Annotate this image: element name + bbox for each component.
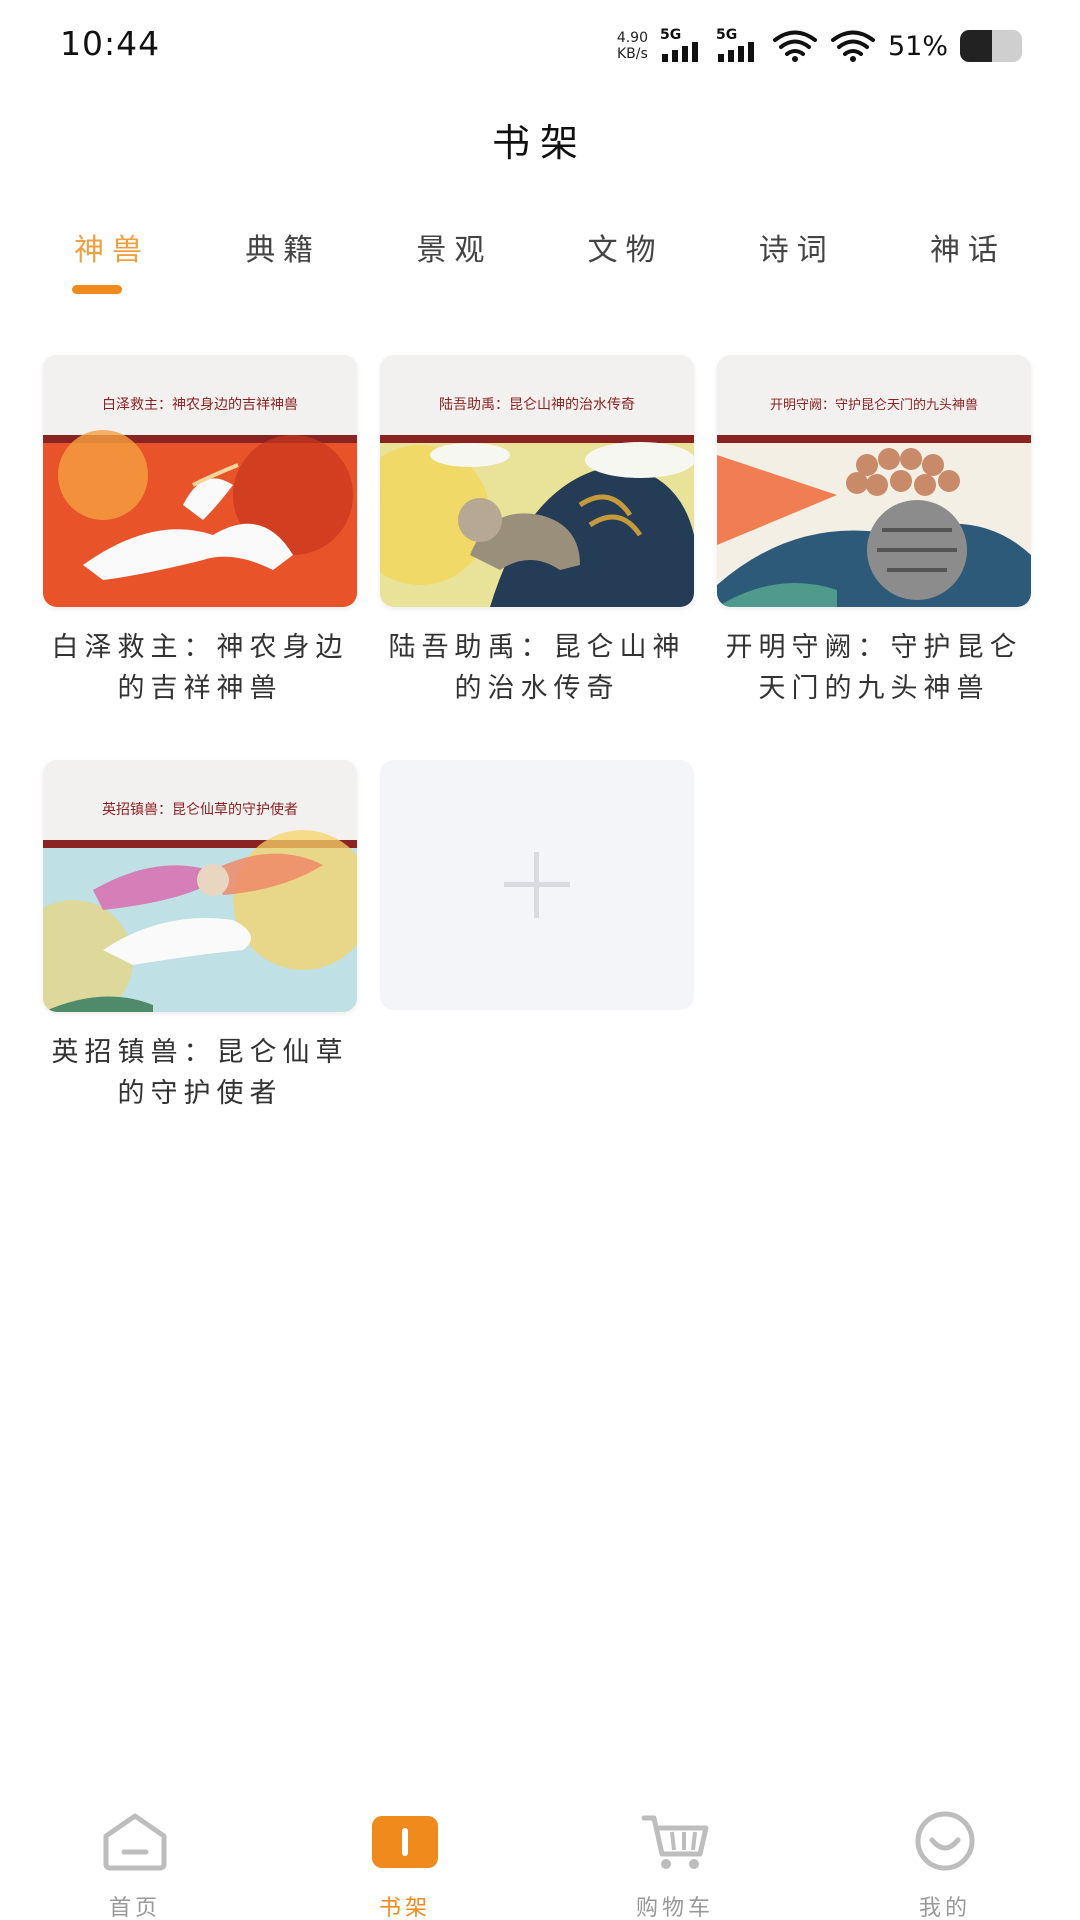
book-card[interactable]: 英招镇兽：昆仑仙草的守护使者 英招镇兽：昆仑仙草的守护使者	[43, 760, 357, 1114]
tab-label: 诗词	[758, 233, 835, 268]
book-title[interactable]: 白泽救主：神农身边的吉祥神兽	[43, 627, 357, 709]
nav-profile[interactable]: 我的	[810, 1810, 1080, 1920]
plus-icon-vertical	[534, 852, 539, 918]
nav-label: 我的	[918, 1896, 971, 1920]
network-speed-value: 4.90	[616, 30, 648, 46]
book-cover-illustration: 英招镇兽：昆仑仙草的守护使者	[43, 760, 357, 1012]
book-card[interactable]: 开明守阙：守护昆仑天门的九头神兽 开明守阙：守护昆仑天门的九头神兽	[717, 355, 1031, 709]
book-cover-illustration: 开明守阙：守护昆仑天门的九头神兽	[717, 355, 1031, 607]
home-icon	[103, 1813, 167, 1871]
nav-label: 购物车	[635, 1896, 714, 1920]
tab-label: 景观	[416, 233, 493, 268]
cover-heading: 英招镇兽：昆仑仙草的守护使者	[102, 801, 298, 818]
tab-wenwu[interactable]: 文物	[546, 225, 706, 295]
cart-icon	[641, 1815, 709, 1869]
nav-label: 书架	[378, 1896, 431, 1920]
wifi-icon-2	[830, 30, 875, 62]
profile-icon	[915, 1811, 975, 1871]
book-card[interactable]: 白泽救主：神农身边的吉祥神兽 白泽救主：神农身边的吉祥神兽	[43, 355, 357, 709]
book-cover-illustration: 白泽救主：神农身边的吉祥神兽	[43, 355, 357, 607]
book-cover[interactable]: 英招镇兽：昆仑仙草的守护使者	[43, 760, 357, 1012]
tab-jingguan[interactable]: 景观	[374, 225, 534, 295]
bottom-navigation: 首页 书架 购物车 我的	[0, 1810, 1080, 1920]
book-title[interactable]: 开明守阙：守护昆仑天门的九头神兽	[717, 627, 1031, 709]
book-cover[interactable]: 白泽救主：神农身边的吉祥神兽	[43, 355, 357, 607]
book-title[interactable]: 英招镇兽：昆仑仙草的守护使者	[43, 1032, 357, 1114]
cell-signal-icon: 5G	[660, 28, 704, 64]
page-title: 书架	[491, 121, 588, 165]
tab-label: 文物	[587, 233, 664, 268]
battery-percent: 51%	[887, 30, 948, 62]
status-time: 10:44	[60, 24, 161, 63]
cover-heading: 开明守阙：守护昆仑天门的九头神兽	[770, 397, 978, 413]
book-cover[interactable]: 陆吾助禹：昆仑山神的治水传奇	[380, 355, 694, 607]
cover-heading: 陆吾助禹：昆仑山神的治水传奇	[439, 396, 635, 413]
network-speed-unit: KB/s	[617, 46, 648, 62]
cell-signal-label: 5G	[659, 27, 682, 43]
tab-label: 典籍	[245, 233, 322, 268]
status-icons: 4.90 KB/s 5G 5G 51%	[617, 26, 1022, 66]
battery-icon	[960, 30, 1022, 62]
bookshelf-icon	[372, 1816, 438, 1868]
tab-dianji[interactable]: 典籍	[203, 225, 363, 295]
tab-shenshou[interactable]: 神兽	[32, 225, 192, 295]
book-card[interactable]: 陆吾助禹：昆仑山神的治水传奇 陆吾助禹：昆仑山神的治水传奇	[380, 355, 694, 709]
network-speed: 4.90 KB/s	[617, 30, 648, 62]
wifi-icon	[772, 30, 817, 62]
nav-home[interactable]: 首页	[0, 1810, 270, 1920]
add-book-button[interactable]	[380, 760, 694, 1010]
book-cover-illustration: 陆吾助禹：昆仑山神的治水传奇	[380, 355, 694, 607]
cell-signal-icon-2: 5G	[716, 28, 760, 64]
tab-label: 神兽	[74, 233, 150, 268]
tab-active-indicator	[72, 285, 122, 294]
nav-label: 首页	[108, 1896, 161, 1920]
nav-cart[interactable]: 购物车	[540, 1810, 810, 1920]
nav-bookshelf[interactable]: 书架	[270, 1810, 540, 1920]
tab-shenhua[interactable]: 神话	[888, 225, 1048, 295]
cell-signal-label-2: 5G	[715, 27, 738, 43]
cover-heading: 白泽救主：神农身边的吉祥神兽	[102, 397, 298, 413]
book-title[interactable]: 陆吾助禹：昆仑山神的治水传奇	[380, 627, 694, 709]
tab-label: 神话	[929, 233, 1006, 268]
status-bar: 10:44 4.90 KB/s 5G 5G 51%	[0, 0, 1080, 92]
category-tabs: 神兽 典籍 景观 文物 诗词 神话	[32, 225, 1048, 295]
book-cover[interactable]: 开明守阙：守护昆仑天门的九头神兽	[717, 355, 1031, 607]
tab-shici[interactable]: 诗词	[717, 225, 877, 295]
